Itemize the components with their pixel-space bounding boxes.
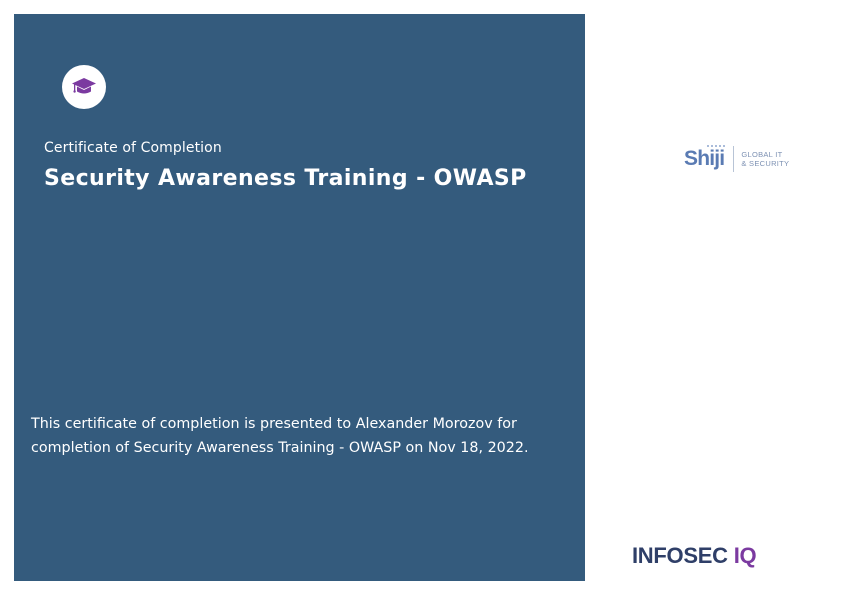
shiji-tagline: GLOBAL IT & SECURITY	[741, 150, 789, 168]
shiji-divider	[733, 146, 735, 172]
infosec-iq-logo: INFOSEC IQ	[632, 543, 757, 569]
badge	[62, 65, 106, 109]
shiji-dots-icon	[707, 145, 725, 147]
certificate-statement: This certificate of completion is presen…	[31, 416, 529, 456]
shiji-tagline-line2: & SECURITY	[741, 159, 790, 168]
certificate-label: Certificate of Completion	[44, 140, 222, 156]
shiji-wordmark: Shiji	[684, 145, 725, 170]
shiji-name: Shiji	[684, 147, 725, 170]
infosec-wordmark: INFOSEC	[632, 543, 728, 568]
graduation-cap-icon	[72, 78, 96, 94]
certificate-panel: Certificate of Completion Security Aware…	[14, 14, 585, 581]
iq-wordmark: IQ	[733, 543, 757, 568]
certificate-title: Security Awareness Training - OWASP	[44, 166, 527, 191]
shiji-logo: Shiji GLOBAL IT & SECURITY	[684, 145, 789, 172]
shiji-tagline-line1: GLOBAL IT	[741, 150, 783, 159]
